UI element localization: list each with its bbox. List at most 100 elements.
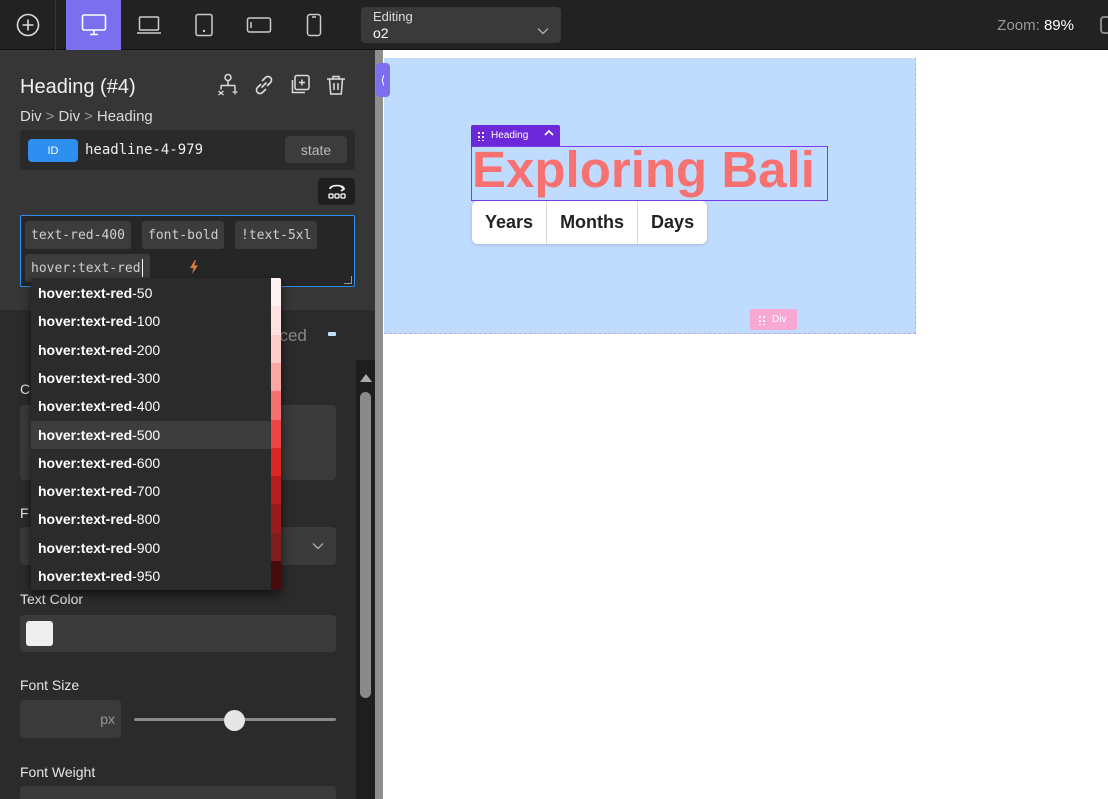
convert-icon xyxy=(327,184,346,199)
autocomplete-item-suffix: -700 xyxy=(132,483,161,500)
color-preview-swatch xyxy=(271,419,281,449)
breadcrumb-item[interactable]: Div xyxy=(58,108,80,125)
editing-template-select[interactable]: Editing o2 xyxy=(361,7,561,43)
autocomplete-item-suffix: -400 xyxy=(132,398,161,415)
autocomplete-item-suffix: -500 xyxy=(132,426,161,443)
convert-classes-button[interactable] xyxy=(318,178,355,205)
device-desktop-button[interactable] xyxy=(66,0,121,50)
color-swatch[interactable] xyxy=(26,621,53,646)
color-preview-swatch xyxy=(271,447,281,477)
font-size-input[interactable]: px xyxy=(20,700,121,738)
resize-handle[interactable] xyxy=(344,276,352,284)
class-chip[interactable]: text-red-400 xyxy=(25,221,131,249)
autocomplete-item-suffix: -800 xyxy=(132,511,161,528)
class-chip[interactable]: !text-5xl xyxy=(235,221,318,249)
color-section-label: C xyxy=(20,381,31,397)
autocomplete-item-prefix: hover:text-red xyxy=(38,568,133,584)
scroll-up-arrow-icon[interactable] xyxy=(360,374,372,382)
text-color-field[interactable] xyxy=(20,615,336,652)
drag-handle-icon[interactable] xyxy=(477,130,485,141)
device-laptop-button[interactable] xyxy=(121,0,176,50)
autocomplete-item[interactable]: hover:text-red -300 xyxy=(31,364,271,392)
font-section-label: F xyxy=(20,505,29,521)
lock-icon[interactable] xyxy=(1100,16,1108,34)
tab-days[interactable]: Days xyxy=(638,201,707,244)
zoom-value: 89% xyxy=(1043,17,1074,34)
autocomplete-item-prefix: hover:text-red xyxy=(38,285,133,301)
autocomplete-item-suffix: -50 xyxy=(132,285,153,301)
autocomplete-item-prefix: hover:text-red xyxy=(38,483,133,500)
tab-indicator xyxy=(328,332,336,336)
element-actions xyxy=(215,72,349,98)
tab-years[interactable]: Years xyxy=(472,201,548,244)
autocomplete-item[interactable]: hover:text-red -600 xyxy=(31,449,271,477)
autocomplete-item-suffix: -200 xyxy=(132,341,161,358)
add-element-button[interactable] xyxy=(0,0,56,50)
state-button[interactable]: state xyxy=(285,136,347,163)
tab-months[interactable]: Months xyxy=(547,201,639,244)
structure-icon[interactable] xyxy=(215,72,241,98)
drag-handle-icon[interactable] xyxy=(758,314,766,325)
autocomplete-item-prefix: hover:text-red xyxy=(38,369,133,386)
autocomplete-item-prefix: hover:text-red xyxy=(38,426,133,443)
desktop-icon xyxy=(81,14,106,36)
breadcrumb: Div > Div > Heading xyxy=(20,108,153,125)
autocomplete-item[interactable]: hover:text-red -800 xyxy=(31,505,271,533)
tablet-landscape-icon xyxy=(246,17,271,33)
phone-icon xyxy=(306,13,321,37)
autocomplete-item[interactable]: hover:text-red -400 xyxy=(31,392,271,420)
element-id[interactable]: headline-4-979 xyxy=(85,142,203,158)
color-preview-swatch xyxy=(271,334,281,364)
breadcrumb-item[interactable]: Div xyxy=(20,108,42,125)
class-chip[interactable]: font-bold xyxy=(142,221,225,249)
color-preview-swatch xyxy=(271,561,281,590)
div-selection-label[interactable]: Div xyxy=(750,309,797,330)
autocomplete-item-suffix: -950 xyxy=(132,568,161,584)
autocomplete-item[interactable]: hover:text-red -100 xyxy=(31,307,271,335)
collapse-panel-button[interactable]: ⟨ xyxy=(376,63,390,97)
scroll-thumb[interactable] xyxy=(360,392,371,698)
autocomplete-item[interactable]: hover:text-red -700 xyxy=(31,477,271,505)
color-preview-swatch xyxy=(271,476,281,506)
autocomplete-item-prefix: hover:text-red xyxy=(38,313,133,330)
autocomplete-item-suffix: -900 xyxy=(132,539,161,556)
font-size-label: Font Size xyxy=(20,677,80,693)
autocomplete-item[interactable]: hover:text-red -50 xyxy=(31,279,271,307)
font-weight-select[interactable] xyxy=(20,786,336,799)
editing-value: o2 xyxy=(373,25,389,41)
zoom-label: Zoom: xyxy=(997,17,1040,34)
autocomplete-item-prefix: hover:text-red xyxy=(38,398,133,415)
class-editor[interactable]: text-red-400 font-bold !text-5xl hover:t… xyxy=(20,215,355,287)
tablet-icon xyxy=(194,13,213,37)
lightning-icon[interactable] xyxy=(189,260,199,274)
autocomplete-item-prefix: hover:text-red xyxy=(38,539,133,556)
text-color-label: Text Color xyxy=(20,591,84,607)
editing-label: Editing xyxy=(373,9,413,24)
font-size-unit: px xyxy=(100,711,115,727)
period-tabs: Years Months Days xyxy=(472,201,708,244)
device-phone-button[interactable] xyxy=(286,0,341,50)
color-preview-swatch xyxy=(271,278,281,307)
font-size-slider-thumb[interactable] xyxy=(224,710,245,731)
trash-icon[interactable] xyxy=(323,72,349,98)
breadcrumb-item[interactable]: Heading xyxy=(97,108,153,125)
color-preview-swatch xyxy=(271,504,281,534)
autocomplete-item[interactable]: hover:text-red -200 xyxy=(31,336,271,364)
color-preview-swatch xyxy=(271,532,281,562)
device-tablet-landscape-button[interactable] xyxy=(231,0,286,50)
zoom-indicator[interactable]: Zoom: 89% xyxy=(997,17,1074,34)
canvas-gutter xyxy=(375,50,383,799)
panel-scrollbar[interactable] xyxy=(356,360,375,799)
chevron-up-icon[interactable] xyxy=(544,129,554,137)
duplicate-icon[interactable] xyxy=(287,72,313,98)
class-input-value: hover:text-red xyxy=(31,260,141,276)
autocomplete-item[interactable]: hover:text-red -900 xyxy=(31,534,271,562)
link-icon[interactable] xyxy=(251,72,277,98)
autocomplete-item[interactable]: hover:text-red -500 xyxy=(31,420,271,449)
id-row: ID headline-4-979 state xyxy=(20,130,355,170)
class-autocomplete-dropdown: hover:text-red -50 hover:text-red -100 hover… xyxy=(31,278,281,590)
device-tablet-button[interactable] xyxy=(176,0,231,50)
autocomplete-item[interactable]: hover:text-red -950 xyxy=(31,562,271,590)
element-header: Heading (#4) Div > Div > Heading ID headline… xyxy=(0,50,375,310)
color-preview-swatch xyxy=(271,306,281,336)
